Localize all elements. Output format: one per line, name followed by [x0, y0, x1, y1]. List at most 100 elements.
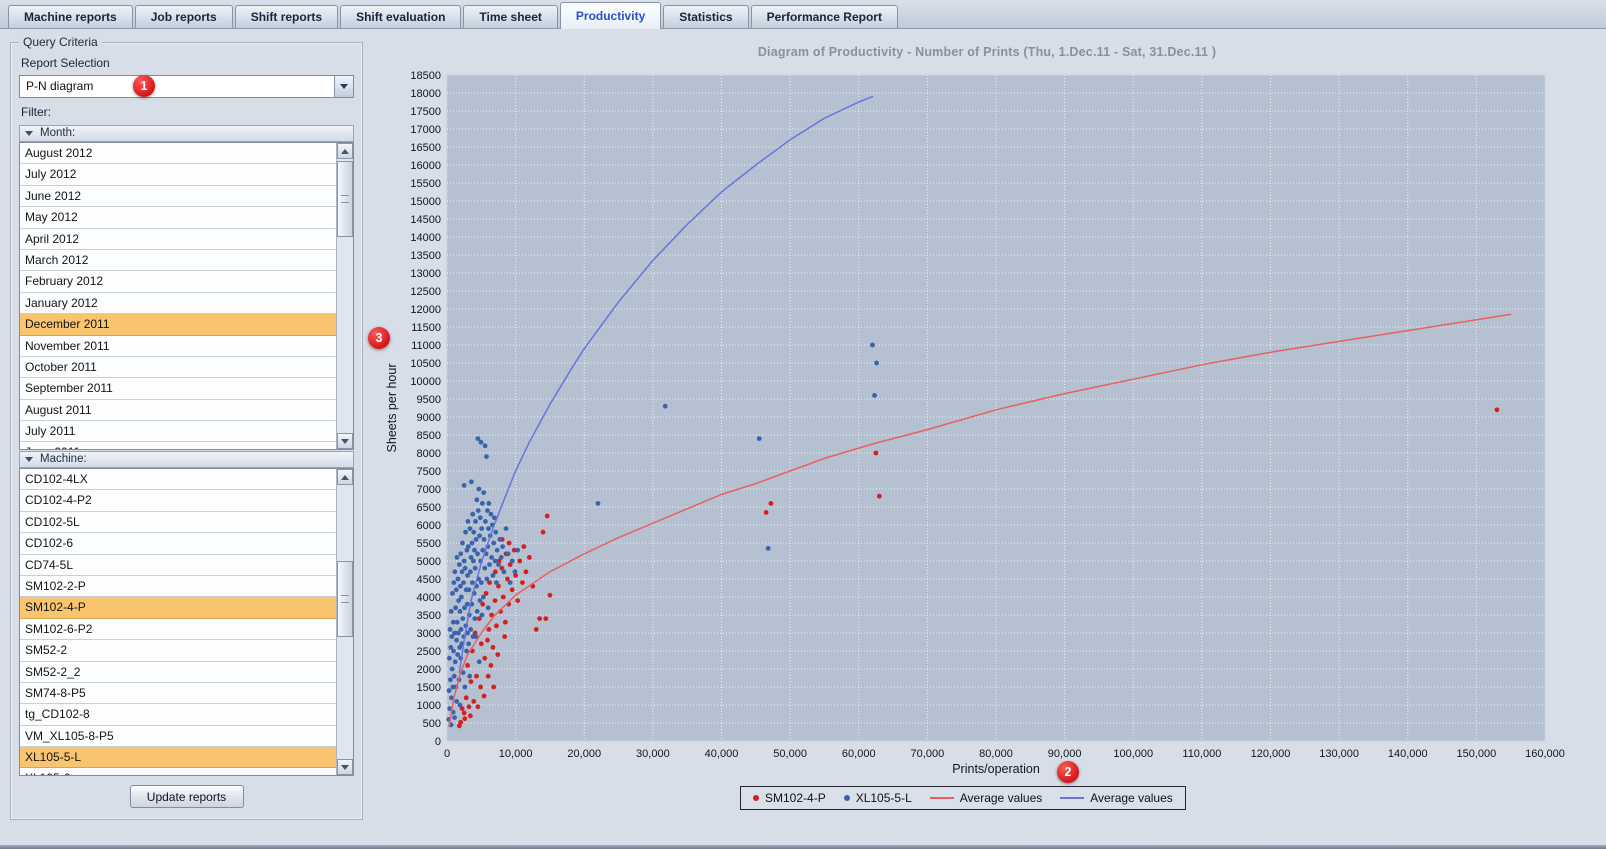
machine-item-xl105-5-l[interactable]: XL105-5-L: [20, 747, 336, 769]
machine-item-cd102-4-p2[interactable]: CD102-4-P2: [20, 490, 336, 512]
scroll-up-button[interactable]: [337, 143, 353, 159]
pn-diagram: 0 500 1000 1500 2000 2500 3000 3500 4000 4500 5000…: [385, 70, 1565, 776]
collapse-icon: [25, 457, 33, 462]
svg-text:17000: 17000: [410, 124, 441, 136]
machine-item-sm102-2-p[interactable]: SM102-2-P: [20, 575, 336, 598]
svg-text:110,000: 110,000: [1182, 748, 1221, 760]
svg-text:90,000: 90,000: [1048, 748, 1082, 760]
chart-legend: SM102-4-P XL105-5-L Average values Average …: [740, 786, 1186, 810]
month-item-april-2012[interactable]: April 2012: [20, 228, 336, 250]
month-item-august-2011[interactable]: August 2011: [20, 399, 336, 422]
machine-item-vm-xl105-8-p5[interactable]: VM_XL105-8-P5: [20, 725, 336, 748]
month-item-may-2012[interactable]: May 2012: [20, 207, 336, 229]
machine-item-cd74-5l[interactable]: CD74-5L: [20, 554, 336, 576]
tab-time-sheet[interactable]: Time sheet: [463, 5, 558, 28]
svg-text:10000: 10000: [410, 376, 441, 388]
machine-item-cd102-6[interactable]: CD102-6: [20, 533, 336, 555]
machine-item-sm74-8-p5[interactable]: SM74-8-P5: [20, 682, 336, 705]
svg-text:0: 0: [435, 736, 441, 748]
legend-item-average-values-2: Average values: [929, 791, 1042, 805]
collapse-icon: [25, 131, 33, 136]
svg-text:13500: 13500: [410, 250, 441, 262]
svg-text:8500: 8500: [417, 430, 441, 442]
svg-text:6000: 6000: [417, 520, 441, 532]
arrow-down-icon: [341, 764, 349, 770]
svg-text:11500: 11500: [411, 322, 441, 334]
tab-performance-report[interactable]: Performance Report: [750, 5, 898, 28]
update-reports-button[interactable]: Update reports: [129, 785, 244, 808]
legend-point-marker: [843, 795, 850, 801]
scroll-thumb[interactable]: [337, 161, 353, 237]
dropdown-arrow-button[interactable]: [334, 76, 353, 97]
svg-text:12500: 12500: [410, 286, 441, 298]
machine-item-xl105-6[interactable]: XL105-6: [20, 768, 336, 775]
tab-machine-reports[interactable]: Machine reports: [8, 5, 133, 28]
legend-point-marker: [753, 795, 759, 801]
tab-bar: Machine reports Job reports Shift reports S…: [0, 0, 1606, 29]
month-item-june-2012[interactable]: June 2012: [20, 185, 336, 208]
month-item-july-2011[interactable]: July 2011: [20, 421, 336, 443]
tab-statistics[interactable]: Statistics: [663, 5, 749, 28]
month-scrollbar[interactable]: [336, 143, 353, 449]
svg-text:16500: 16500: [410, 142, 441, 154]
month-item-january-2012[interactable]: January 2012: [20, 292, 336, 315]
machine-item-tg-cd102-8[interactable]: tg_CD102-8: [20, 704, 336, 726]
machine-item-sm102-4-p[interactable]: SM102-4-P: [20, 597, 336, 619]
report-selection-dropdown[interactable]: P-N diagram: [19, 75, 354, 98]
svg-text:4500: 4500: [417, 574, 441, 586]
month-section-header[interactable]: Month:: [19, 125, 354, 142]
machine-item-cd102-4lx[interactable]: CD102-4LX: [20, 469, 336, 491]
svg-text:9500: 9500: [417, 394, 441, 406]
month-item-august-2012[interactable]: August 2012: [20, 143, 336, 165]
svg-text:1000: 1000: [417, 700, 441, 712]
scroll-thumb[interactable]: [337, 561, 353, 637]
tab-job-reports[interactable]: Job reports: [134, 5, 233, 28]
month-item-november-2011[interactable]: November 2011: [20, 335, 336, 357]
svg-text:120,000: 120,000: [1251, 748, 1291, 760]
month-section-label: Month:: [40, 127, 76, 139]
svg-text:50,000: 50,000: [773, 748, 807, 760]
svg-text:7000: 7000: [417, 484, 441, 496]
scroll-up-button[interactable]: [337, 469, 353, 485]
machine-item-cd102-5l[interactable]: CD102-5L: [20, 511, 336, 534]
svg-text:14000: 14000: [410, 232, 441, 244]
month-item-october-2011[interactable]: October 2011: [20, 356, 336, 379]
svg-text:1500: 1500: [417, 682, 441, 694]
scroll-down-button[interactable]: [337, 759, 353, 775]
month-item-march-2012[interactable]: March 2012: [20, 249, 336, 272]
legend-item-sm102-4-p-0: SM102-4-P: [753, 791, 826, 805]
svg-text:20,000: 20,000: [567, 748, 601, 760]
month-item-december-2011[interactable]: December 2011: [20, 314, 336, 336]
tab-shift-reports[interactable]: Shift reports: [234, 5, 339, 28]
month-item-february-2012[interactable]: February 2012: [20, 271, 336, 293]
tab-productivity[interactable]: Productivity: [559, 2, 662, 29]
machine-item-sm52-2-2[interactable]: SM52-2_2: [20, 661, 336, 683]
svg-text:16000: 16000: [410, 160, 441, 172]
month-item-september-2011[interactable]: September 2011: [20, 378, 336, 400]
machine-section-label: Machine:: [40, 453, 87, 465]
machine-item-sm52-2[interactable]: SM52-2: [20, 640, 336, 662]
machine-scrollbar[interactable]: [336, 469, 353, 775]
legend-item-xl105-5-l-1: XL105-5-L: [843, 791, 912, 805]
svg-text:18500: 18500: [410, 70, 441, 82]
y-axis-title: Sheets per hour: [385, 364, 399, 453]
svg-text:10500: 10500: [410, 358, 441, 370]
month-item-june-2011[interactable]: June 2011: [20, 442, 336, 449]
svg-text:7500: 7500: [417, 466, 441, 478]
svg-text:0: 0: [444, 748, 450, 760]
legend-line-marker: [929, 797, 954, 799]
svg-text:30,000: 30,000: [636, 748, 670, 760]
legend-label: SM102-4-P: [765, 791, 826, 805]
machine-section-header[interactable]: Machine:: [19, 451, 354, 468]
svg-text:130,000: 130,000: [1319, 748, 1359, 760]
filter-label: Filter:: [21, 105, 51, 119]
legend-label: Average values: [1090, 791, 1173, 805]
month-item-july-2012[interactable]: July 2012: [20, 164, 336, 186]
scroll-down-button[interactable]: [337, 433, 353, 449]
machine-item-sm102-6-p2[interactable]: SM102-6-P2: [20, 618, 336, 641]
machine-list-rows: CD102-4LX CD102-4-P2 CD102-5L CD102-6 CD74-5…: [20, 469, 336, 775]
tab-shift-evaluation[interactable]: Shift evaluation: [340, 5, 462, 28]
svg-text:12000: 12000: [410, 304, 441, 316]
svg-text:60,000: 60,000: [842, 748, 876, 760]
legend-label: XL105-5-L: [855, 791, 912, 805]
